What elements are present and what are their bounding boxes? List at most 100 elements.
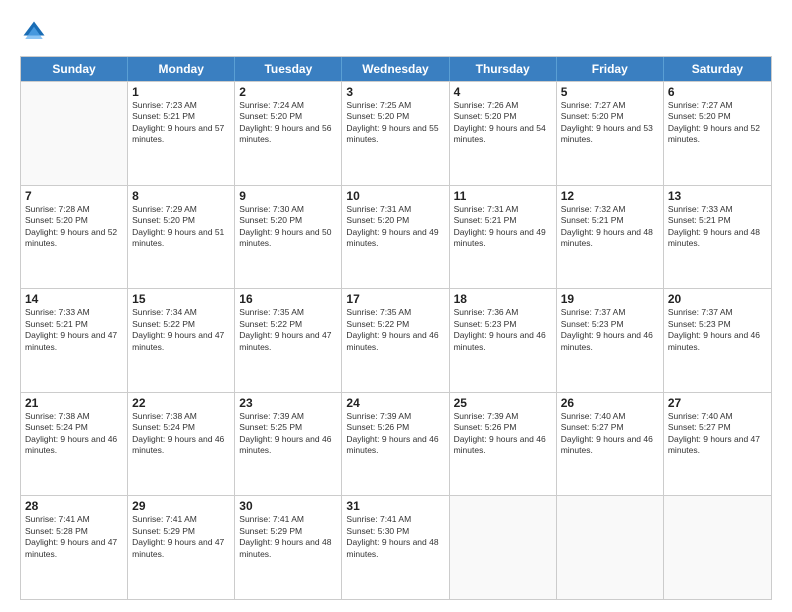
calendar-cell: 30Sunrise: 7:41 AMSunset: 5:29 PMDayligh…	[235, 496, 342, 599]
calendar-row: 21Sunrise: 7:38 AMSunset: 5:24 PMDayligh…	[21, 392, 771, 496]
calendar-header-cell: Tuesday	[235, 57, 342, 81]
cell-date: 29	[132, 499, 230, 513]
cell-info: Sunrise: 7:31 AMSunset: 5:20 PMDaylight:…	[346, 204, 444, 250]
calendar-cell: 23Sunrise: 7:39 AMSunset: 5:25 PMDayligh…	[235, 393, 342, 496]
cell-info: Sunrise: 7:31 AMSunset: 5:21 PMDaylight:…	[454, 204, 552, 250]
calendar-cell: 8Sunrise: 7:29 AMSunset: 5:20 PMDaylight…	[128, 186, 235, 289]
calendar-cell	[21, 82, 128, 185]
calendar-cell: 16Sunrise: 7:35 AMSunset: 5:22 PMDayligh…	[235, 289, 342, 392]
cell-date: 10	[346, 189, 444, 203]
cell-date: 19	[561, 292, 659, 306]
calendar-body: 1Sunrise: 7:23 AMSunset: 5:21 PMDaylight…	[21, 81, 771, 599]
cell-info: Sunrise: 7:37 AMSunset: 5:23 PMDaylight:…	[561, 307, 659, 353]
calendar: SundayMondayTuesdayWednesdayThursdayFrid…	[20, 56, 772, 600]
cell-date: 31	[346, 499, 444, 513]
calendar-cell: 20Sunrise: 7:37 AMSunset: 5:23 PMDayligh…	[664, 289, 771, 392]
calendar-cell: 12Sunrise: 7:32 AMSunset: 5:21 PMDayligh…	[557, 186, 664, 289]
calendar-cell: 25Sunrise: 7:39 AMSunset: 5:26 PMDayligh…	[450, 393, 557, 496]
calendar-header-cell: Wednesday	[342, 57, 449, 81]
calendar-cell: 26Sunrise: 7:40 AMSunset: 5:27 PMDayligh…	[557, 393, 664, 496]
calendar-header-cell: Friday	[557, 57, 664, 81]
calendar-cell: 28Sunrise: 7:41 AMSunset: 5:28 PMDayligh…	[21, 496, 128, 599]
cell-date: 30	[239, 499, 337, 513]
cell-date: 7	[25, 189, 123, 203]
calendar-row: 7Sunrise: 7:28 AMSunset: 5:20 PMDaylight…	[21, 185, 771, 289]
cell-info: Sunrise: 7:39 AMSunset: 5:26 PMDaylight:…	[346, 411, 444, 457]
cell-date: 8	[132, 189, 230, 203]
cell-date: 28	[25, 499, 123, 513]
cell-info: Sunrise: 7:35 AMSunset: 5:22 PMDaylight:…	[346, 307, 444, 353]
cell-date: 12	[561, 189, 659, 203]
cell-date: 13	[668, 189, 767, 203]
calendar-cell: 9Sunrise: 7:30 AMSunset: 5:20 PMDaylight…	[235, 186, 342, 289]
cell-date: 16	[239, 292, 337, 306]
cell-date: 27	[668, 396, 767, 410]
cell-info: Sunrise: 7:32 AMSunset: 5:21 PMDaylight:…	[561, 204, 659, 250]
cell-info: Sunrise: 7:41 AMSunset: 5:28 PMDaylight:…	[25, 514, 123, 560]
calendar-cell: 24Sunrise: 7:39 AMSunset: 5:26 PMDayligh…	[342, 393, 449, 496]
cell-date: 25	[454, 396, 552, 410]
calendar-header-cell: Monday	[128, 57, 235, 81]
calendar-cell: 7Sunrise: 7:28 AMSunset: 5:20 PMDaylight…	[21, 186, 128, 289]
calendar-cell: 11Sunrise: 7:31 AMSunset: 5:21 PMDayligh…	[450, 186, 557, 289]
cell-date: 11	[454, 189, 552, 203]
calendar-cell: 15Sunrise: 7:34 AMSunset: 5:22 PMDayligh…	[128, 289, 235, 392]
cell-date: 4	[454, 85, 552, 99]
cell-date: 26	[561, 396, 659, 410]
cell-info: Sunrise: 7:36 AMSunset: 5:23 PMDaylight:…	[454, 307, 552, 353]
cell-info: Sunrise: 7:40 AMSunset: 5:27 PMDaylight:…	[668, 411, 767, 457]
cell-date: 9	[239, 189, 337, 203]
cell-info: Sunrise: 7:28 AMSunset: 5:20 PMDaylight:…	[25, 204, 123, 250]
cell-info: Sunrise: 7:38 AMSunset: 5:24 PMDaylight:…	[132, 411, 230, 457]
calendar-cell: 19Sunrise: 7:37 AMSunset: 5:23 PMDayligh…	[557, 289, 664, 392]
cell-date: 5	[561, 85, 659, 99]
cell-info: Sunrise: 7:39 AMSunset: 5:26 PMDaylight:…	[454, 411, 552, 457]
cell-info: Sunrise: 7:29 AMSunset: 5:20 PMDaylight:…	[132, 204, 230, 250]
calendar-row: 1Sunrise: 7:23 AMSunset: 5:21 PMDaylight…	[21, 81, 771, 185]
calendar-cell	[450, 496, 557, 599]
calendar-cell: 17Sunrise: 7:35 AMSunset: 5:22 PMDayligh…	[342, 289, 449, 392]
calendar-cell: 27Sunrise: 7:40 AMSunset: 5:27 PMDayligh…	[664, 393, 771, 496]
calendar-cell: 29Sunrise: 7:41 AMSunset: 5:29 PMDayligh…	[128, 496, 235, 599]
cell-date: 18	[454, 292, 552, 306]
cell-info: Sunrise: 7:38 AMSunset: 5:24 PMDaylight:…	[25, 411, 123, 457]
cell-info: Sunrise: 7:40 AMSunset: 5:27 PMDaylight:…	[561, 411, 659, 457]
cell-info: Sunrise: 7:34 AMSunset: 5:22 PMDaylight:…	[132, 307, 230, 353]
cell-info: Sunrise: 7:27 AMSunset: 5:20 PMDaylight:…	[668, 100, 767, 146]
cell-info: Sunrise: 7:25 AMSunset: 5:20 PMDaylight:…	[346, 100, 444, 146]
cell-date: 1	[132, 85, 230, 99]
cell-info: Sunrise: 7:35 AMSunset: 5:22 PMDaylight:…	[239, 307, 337, 353]
cell-info: Sunrise: 7:24 AMSunset: 5:20 PMDaylight:…	[239, 100, 337, 146]
calendar-cell	[664, 496, 771, 599]
calendar-cell: 1Sunrise: 7:23 AMSunset: 5:21 PMDaylight…	[128, 82, 235, 185]
calendar-header-cell: Sunday	[21, 57, 128, 81]
cell-info: Sunrise: 7:41 AMSunset: 5:30 PMDaylight:…	[346, 514, 444, 560]
cell-info: Sunrise: 7:26 AMSunset: 5:20 PMDaylight:…	[454, 100, 552, 146]
cell-info: Sunrise: 7:41 AMSunset: 5:29 PMDaylight:…	[239, 514, 337, 560]
cell-date: 20	[668, 292, 767, 306]
calendar-row: 14Sunrise: 7:33 AMSunset: 5:21 PMDayligh…	[21, 288, 771, 392]
calendar-cell: 6Sunrise: 7:27 AMSunset: 5:20 PMDaylight…	[664, 82, 771, 185]
calendar-row: 28Sunrise: 7:41 AMSunset: 5:28 PMDayligh…	[21, 495, 771, 599]
cell-date: 23	[239, 396, 337, 410]
calendar-header-cell: Thursday	[450, 57, 557, 81]
cell-info: Sunrise: 7:30 AMSunset: 5:20 PMDaylight:…	[239, 204, 337, 250]
logo	[20, 18, 52, 46]
header	[20, 18, 772, 46]
cell-info: Sunrise: 7:33 AMSunset: 5:21 PMDaylight:…	[668, 204, 767, 250]
calendar-cell: 4Sunrise: 7:26 AMSunset: 5:20 PMDaylight…	[450, 82, 557, 185]
cell-date: 14	[25, 292, 123, 306]
cell-date: 6	[668, 85, 767, 99]
calendar-cell: 18Sunrise: 7:36 AMSunset: 5:23 PMDayligh…	[450, 289, 557, 392]
cell-info: Sunrise: 7:41 AMSunset: 5:29 PMDaylight:…	[132, 514, 230, 560]
calendar-cell: 3Sunrise: 7:25 AMSunset: 5:20 PMDaylight…	[342, 82, 449, 185]
cell-date: 17	[346, 292, 444, 306]
cell-date: 24	[346, 396, 444, 410]
cell-info: Sunrise: 7:23 AMSunset: 5:21 PMDaylight:…	[132, 100, 230, 146]
calendar-cell: 21Sunrise: 7:38 AMSunset: 5:24 PMDayligh…	[21, 393, 128, 496]
calendar-cell: 5Sunrise: 7:27 AMSunset: 5:20 PMDaylight…	[557, 82, 664, 185]
logo-icon	[20, 18, 48, 46]
calendar-header: SundayMondayTuesdayWednesdayThursdayFrid…	[21, 57, 771, 81]
calendar-cell: 14Sunrise: 7:33 AMSunset: 5:21 PMDayligh…	[21, 289, 128, 392]
page: SundayMondayTuesdayWednesdayThursdayFrid…	[0, 0, 792, 612]
